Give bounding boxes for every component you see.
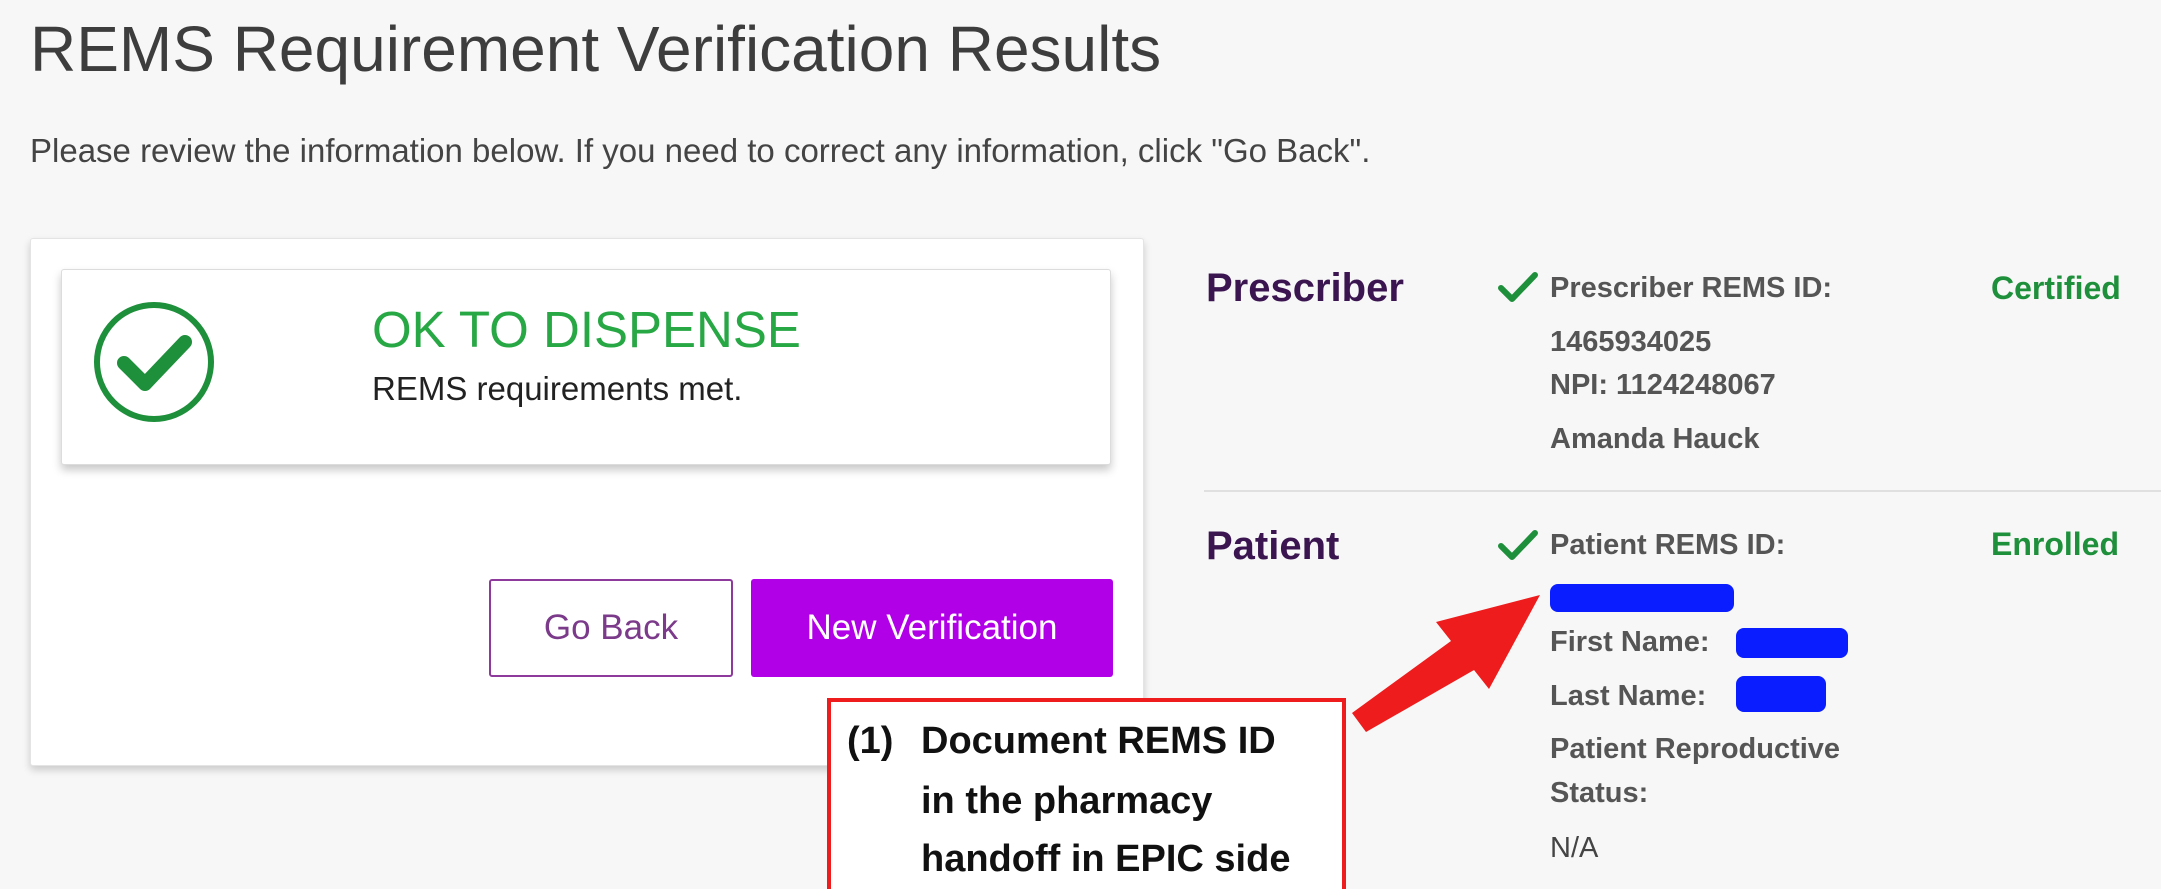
go-back-button[interactable]: Go Back [489, 579, 733, 677]
check-icon [1498, 530, 1538, 560]
redacted-first-name [1736, 628, 1848, 658]
patient-heading: Patient [1206, 524, 1340, 568]
prescriber-heading: Prescriber [1206, 266, 1404, 310]
patient-reproductive-status-label-2: Status: [1550, 777, 1649, 809]
patient-status-badge: Enrolled [1991, 526, 2120, 562]
patient-reproductive-status-label: Patient Reproductive [1550, 733, 1841, 765]
new-verification-button[interactable]: New Verification [751, 579, 1113, 677]
prescriber-rems-id-value: 1465934025 [1550, 326, 1712, 358]
prescriber-status-badge: Certified [1991, 270, 2121, 306]
dispense-status-title: OK TO DISPENSE [372, 301, 801, 358]
callout-line-2: in the pharmacy [921, 780, 1213, 822]
callout-line-3: handoff in EPIC side [921, 838, 1291, 880]
patient-rems-id-label: Patient REMS ID: [1550, 529, 1786, 561]
patient-first-name-label: First Name: [1550, 626, 1710, 658]
red-arrow-icon [1352, 595, 1540, 732]
annotation-callout: (1) Document REMS ID in the pharmacy han… [827, 698, 1346, 889]
dispense-status-panel: OK TO DISPENSE REMS requirements met. [61, 269, 1111, 465]
check-icon [1498, 272, 1538, 302]
prescriber-name: Amanda Hauck [1550, 423, 1760, 455]
callout-line-1: Document REMS ID [921, 720, 1276, 762]
page-instructions: Please review the information below. If … [30, 132, 1371, 169]
callout-number: (1) [847, 720, 894, 762]
section-divider [1204, 490, 2161, 492]
check-circle-icon [94, 302, 214, 422]
verification-result-card: OK TO DISPENSE REMS requirements met. Go… [30, 238, 1144, 766]
prescriber-npi: NPI: 1124248067 [1550, 369, 1776, 401]
prescriber-rems-id-label: Prescriber REMS ID: [1550, 272, 1833, 304]
patient-reproductive-status-value: N/A [1550, 832, 1599, 864]
page-title: REMS Requirement Verification Results [30, 13, 1162, 85]
redacted-last-name [1736, 676, 1826, 712]
dispense-status-description: REMS requirements met. [372, 370, 743, 407]
patient-last-name-label: Last Name: [1550, 680, 1707, 712]
redacted-rems-id [1550, 584, 1734, 612]
